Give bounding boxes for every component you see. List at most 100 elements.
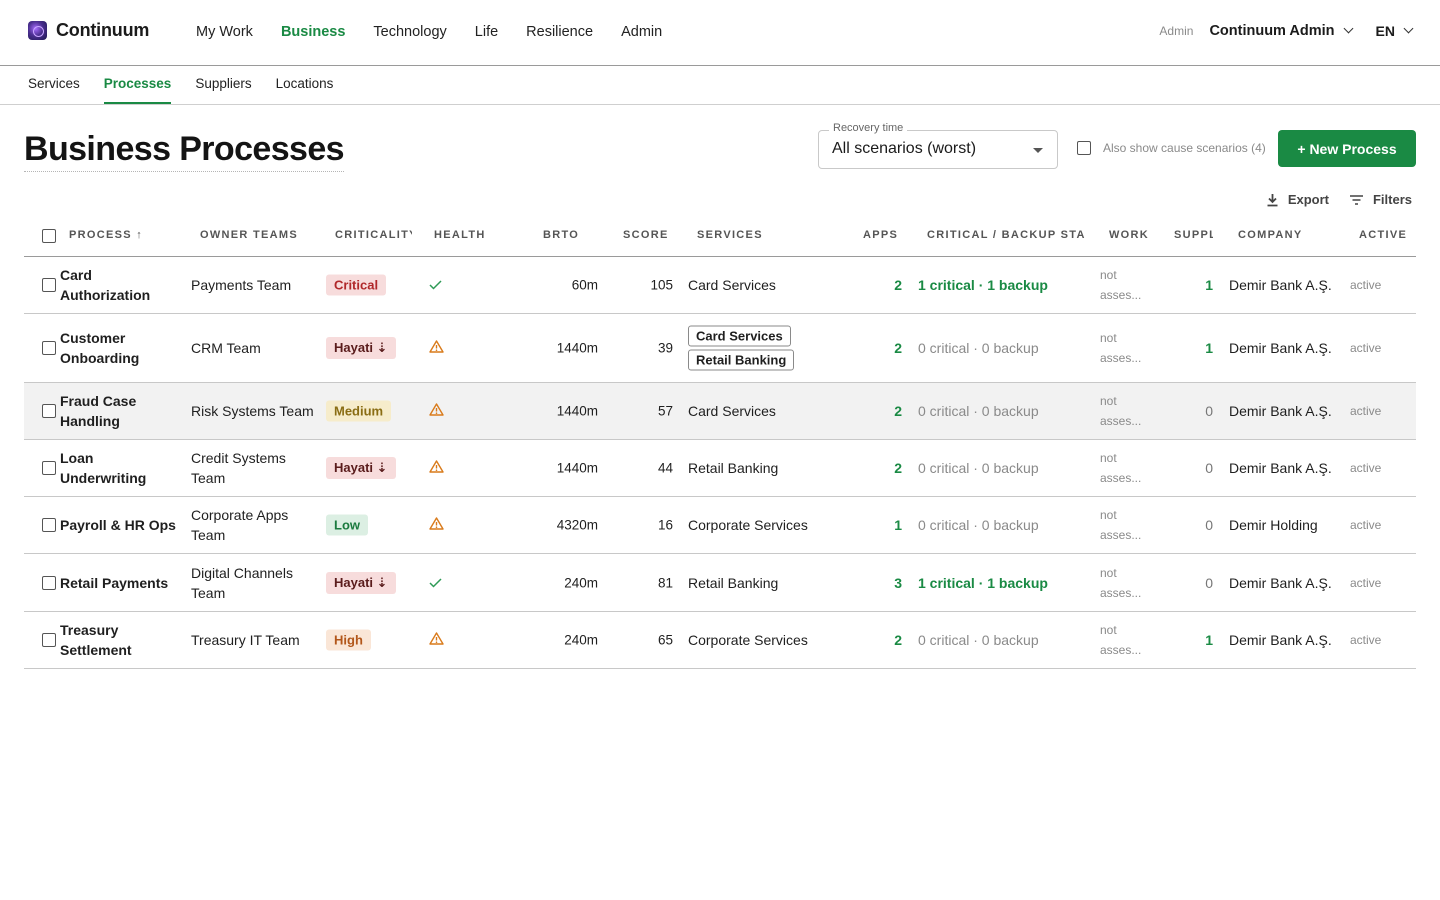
cause-scenarios-checkbox[interactable] <box>1077 141 1091 155</box>
process-name-link[interactable]: Loan Underwriting <box>60 448 180 488</box>
brto-value: 60m <box>571 277 598 293</box>
subnav-item-processes[interactable]: Processes <box>103 76 172 104</box>
table-row[interactable]: Card Authorization Payments Team Critical 6… <box>24 257 1416 314</box>
new-process-button[interactable]: + New Process <box>1278 130 1416 167</box>
nav-item-admin[interactable]: Admin <box>621 24 662 40</box>
process-name-link[interactable]: Customer Onboarding <box>60 328 180 368</box>
work-status: not asses... <box>1100 620 1141 660</box>
table-row[interactable]: Customer Onboarding CRM Team Hayati ⇣ 1440m… <box>24 314 1416 383</box>
brto-value: 4320m <box>556 517 598 533</box>
nav-item-my-work[interactable]: My Work <box>196 24 253 40</box>
owner-team: CRM Team <box>191 340 261 356</box>
nav-item-resilience[interactable]: Resilience <box>526 24 593 40</box>
select-all-checkbox[interactable] <box>42 229 56 243</box>
process-name-link[interactable]: Retail Payments <box>60 573 180 593</box>
subnav-item-locations[interactable]: Locations <box>276 76 334 104</box>
header-active[interactable]: Active <box>1359 229 1407 241</box>
cause-scenarios-toggle[interactable]: Also show cause scenarios (4) <box>1077 141 1266 155</box>
header-criticality[interactable]: Criticality <box>335 229 412 241</box>
owner-team: Treasury IT Team <box>191 632 300 648</box>
header-work[interactable]: Work <box>1109 229 1149 241</box>
header-process[interactable]: Process ↑ <box>69 229 143 241</box>
apps-count[interactable]: 3 <box>874 575 902 591</box>
owner-team: Corporate Apps Team <box>191 507 289 543</box>
recovery-time-select[interactable]: Recovery time All scenarios (worst) <box>818 122 1058 169</box>
row-checkbox[interactable] <box>42 575 56 590</box>
row-checkbox[interactable] <box>42 278 56 292</box>
process-name-link[interactable]: Treasury Settlement <box>60 620 180 660</box>
apps-count[interactable]: 2 <box>874 632 902 648</box>
subnav-item-services[interactable]: Services <box>28 76 80 104</box>
header-services[interactable]: Services <box>697 229 763 241</box>
header-owner-teams[interactable]: Owner Teams <box>200 229 298 241</box>
header-staff[interactable]: Critical / Backup Staff <box>927 229 1085 241</box>
company-name: Demir Bank A.Ş. <box>1229 403 1332 419</box>
active-status: active <box>1350 575 1382 590</box>
chevron-down-icon[interactable] <box>1403 23 1414 33</box>
row-checkbox[interactable] <box>42 518 56 532</box>
work-status-line: not <box>1100 508 1117 522</box>
active-status: active <box>1350 518 1382 532</box>
company-name: Demir Bank A.Ş. <box>1229 340 1332 356</box>
warning-icon <box>429 632 444 648</box>
owner-team: Risk Systems Team <box>191 403 314 419</box>
table-row[interactable]: Treasury Settlement Treasury IT Team High 2… <box>24 612 1416 669</box>
apps-count[interactable]: 2 <box>874 460 902 476</box>
filters-label: Filters <box>1372 192 1412 207</box>
score-value: 16 <box>657 517 673 533</box>
work-status-line: not <box>1100 623 1117 637</box>
table-header: Process ↑ Owner Teams Criticality Health… <box>24 214 1416 257</box>
apps-count[interactable]: 1 <box>874 517 902 533</box>
services-cell: Corporate Services <box>688 517 808 533</box>
work-status: not asses... <box>1100 563 1141 603</box>
process-name-link[interactable]: Fraud Case Handling <box>60 391 180 431</box>
nav-item-life[interactable]: Life <box>475 24 498 40</box>
export-button[interactable]: Export <box>1266 192 1329 207</box>
work-status-line: asses... <box>1100 351 1142 365</box>
table-row[interactable]: Fraud Case Handling Risk Systems Team Medi… <box>24 383 1416 440</box>
criticality-badge: Medium <box>326 400 392 422</box>
service-chip[interactable]: Card Services <box>688 325 791 347</box>
service-chip[interactable]: Retail Banking <box>688 349 795 371</box>
filter-icon <box>1349 194 1363 205</box>
warning-icon <box>429 460 444 476</box>
row-checkbox[interactable] <box>42 341 56 355</box>
suppliers-count: 1 <box>1205 340 1213 356</box>
subnav-item-suppliers[interactable]: Suppliers <box>195 76 251 104</box>
header-brto[interactable]: BRTO <box>543 229 579 241</box>
row-checkbox[interactable] <box>42 461 56 475</box>
brand-name: Continuum <box>56 20 150 40</box>
score-value: 105 <box>650 277 673 293</box>
active-status: active <box>1350 633 1382 647</box>
apps-count[interactable]: 2 <box>874 340 902 356</box>
row-checkbox[interactable] <box>42 404 56 418</box>
table-row[interactable]: Retail Payments Digital Channels Team Haya… <box>24 554 1416 612</box>
suppliers-count: 0 <box>1205 574 1213 591</box>
header-company[interactable]: Company <box>1238 229 1303 241</box>
language-select[interactable]: EN <box>1376 23 1395 39</box>
apps-count[interactable]: 2 <box>874 403 902 419</box>
table-tools: Export Filters <box>1266 192 1412 207</box>
process-name-link[interactable]: Card Authorization <box>60 265 180 305</box>
work-status-line: asses... <box>1100 471 1142 485</box>
header-apps[interactable]: Apps <box>863 229 898 241</box>
continuum-logo-icon <box>28 21 47 40</box>
nav-item-technology[interactable]: Technology <box>373 24 446 40</box>
row-checkbox[interactable] <box>42 633 56 647</box>
warning-icon <box>429 403 444 419</box>
apps-count[interactable]: 2 <box>874 277 902 293</box>
header-health[interactable]: Health <box>434 229 486 241</box>
filters-button[interactable]: Filters <box>1349 192 1412 207</box>
work-status: not asses... <box>1100 265 1141 305</box>
criticality-badge: Hayati ⇣ <box>326 457 396 479</box>
table-row[interactable]: Payroll & HR Ops Corporate Apps Team Low 43… <box>24 497 1416 554</box>
process-name-link[interactable]: Payroll & HR Ops <box>60 515 180 535</box>
warning-icon <box>429 517 444 533</box>
nav-item-business[interactable]: Business <box>281 24 345 40</box>
header-score[interactable]: Score <box>623 229 669 241</box>
table-row[interactable]: Loan Underwriting Credit Systems Team Haya… <box>24 440 1416 497</box>
brand[interactable]: Continuum <box>28 20 149 41</box>
user-menu[interactable]: Continuum Admin <box>1209 23 1334 39</box>
header-suppliers[interactable]: Suppl <box>1174 229 1213 241</box>
chevron-down-icon[interactable] <box>1343 23 1353 33</box>
